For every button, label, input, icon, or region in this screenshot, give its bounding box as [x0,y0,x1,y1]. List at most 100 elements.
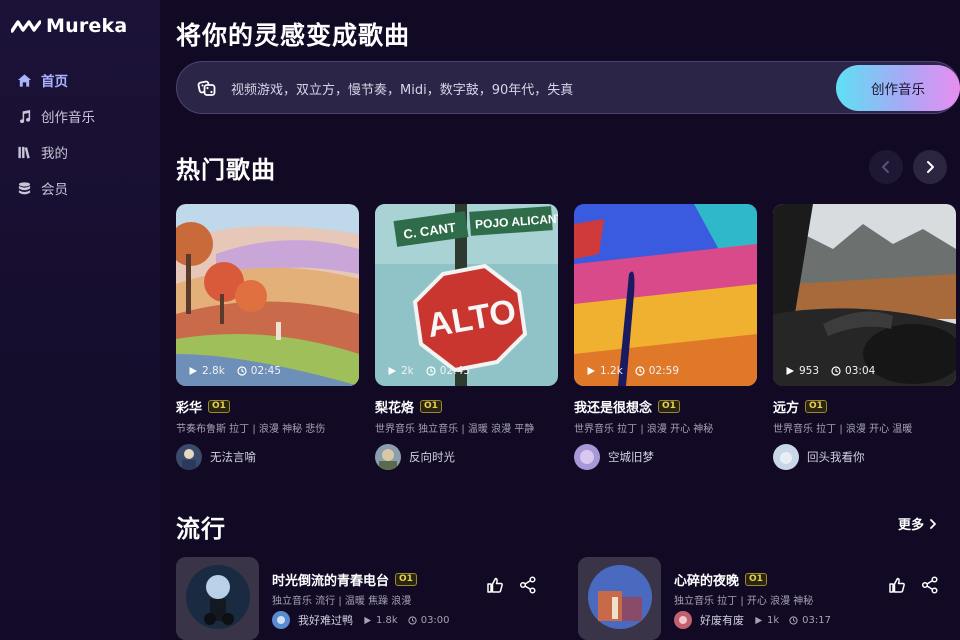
main-content: 将你的灵感变成歌曲 视频游戏，双立方，慢节奏，Midi，数字鼓，90年代，失真 … [160,0,960,640]
chevron-right-icon [930,518,936,529]
sidebar-item-label: 首页 [41,74,68,90]
song-author[interactable]: 空城旧梦 [574,444,758,470]
author-name: 空城旧梦 [608,450,654,464]
share-button[interactable] [921,576,941,596]
like-button[interactable] [486,576,506,596]
song-tags: 独立音乐 拉丁 | 开心 浪漫 神秘 [674,596,814,607]
play-icon [755,616,763,624]
song-cover[interactable]: 953 03:04 [773,204,956,386]
library-icon [16,144,32,160]
song-title[interactable]: 心碎的夜晚 [674,570,739,589]
dice-icon [197,80,216,96]
duration-value: 03:00 [420,614,450,626]
sidebar-nav: 首页 创作音乐 我的 会员 [0,62,160,206]
avatar [674,611,692,629]
song-author[interactable]: 无法言喻 [176,444,360,470]
cover-art [176,204,359,386]
play-count: 1k [754,615,779,626]
play-count: 1.8k [363,615,398,626]
logo-icon [11,20,41,33]
more-link[interactable]: 更多 [898,514,938,533]
sidebar-item-label: 我的 [41,146,68,162]
song-card[interactable]: 2.8k 02:45 彩华 O1 节奏布鲁斯 拉丁 | 浪漫 神秘 悲伤 无法言… [176,204,360,470]
prompt-bar[interactable]: 视频游戏，双立方，慢节奏，Midi，数字鼓，90年代，失真 创作音乐 [176,61,960,114]
hot-songs-title: 热门歌曲 [176,156,276,184]
cover-art [574,204,757,386]
prompt-text: 视频游戏，双立方，慢节奏，Midi，数字鼓，90年代，失真 [231,83,574,98]
share-icon [921,576,938,594]
author-name[interactable]: 好废有废 [700,612,744,628]
model-badge: O1 [805,399,827,413]
song-duration: 02:43 [439,365,471,377]
song-stats: 953 03:04 [785,365,875,377]
song-cover[interactable]: 1.2k 02:59 [574,204,757,386]
avatar [773,444,799,470]
song-tags: 节奏布鲁斯 拉丁 | 浪漫 神秘 悲伤 [176,424,326,435]
carousel-prev-button[interactable] [869,150,903,184]
sidebar-item-membership[interactable]: 会员 [0,170,160,206]
sidebar: Mureka 首页 创作音乐 我的 会员 [0,0,160,640]
carousel-next-button[interactable] [913,150,947,184]
song-title[interactable]: 彩华 [176,397,202,416]
home-icon [16,72,32,88]
sidebar-item-label: 创作音乐 [41,110,95,126]
song-card[interactable]: 1.2k 02:59 我还是很想念 O1 世界音乐 拉丁 | 浪漫 开心 神秘 … [574,204,758,470]
song-title[interactable]: 远方 [773,397,799,416]
author-name[interactable]: 我好难过鸭 [298,612,353,628]
clock-icon [789,615,798,625]
song-tags: 独立音乐 流行 | 温暖 焦躁 浪漫 [272,596,412,607]
clock-icon [237,366,247,376]
logo-text: Mureka [46,15,128,37]
song-title[interactable]: 梨花烙 [375,397,414,416]
play-icon [786,367,794,375]
play-count: 2k [401,365,414,377]
like-button[interactable] [888,576,908,596]
clock-icon [426,366,436,376]
song-title[interactable]: 时光倒流的青春电台 [272,570,389,589]
trending-title: 流行 [176,515,226,543]
share-button[interactable] [519,576,539,596]
cover-art [176,557,259,640]
avatar [272,611,290,629]
play-count-value: 1k [767,614,780,626]
song-tags: 世界音乐 拉丁 | 浪漫 开心 神秘 [574,424,714,435]
sidebar-item-home[interactable]: 首页 [0,62,160,98]
song-tags: 世界音乐 拉丁 | 浪漫 开心 温暖 [773,424,913,435]
model-badge: O1 [745,573,767,586]
chevron-left-icon [882,161,889,173]
author-name: 回头我看你 [807,450,865,464]
author-name: 反向时光 [409,450,455,464]
song-stats: 2k 02:43 [387,365,470,377]
song-tags: 世界音乐 独立音乐 | 温暖 浪漫 平静 [375,424,535,435]
song-duration: 02:59 [648,365,680,377]
create-music-button[interactable]: 创作音乐 [836,65,960,111]
play-icon [189,367,197,375]
song-cover[interactable] [578,557,661,640]
duration-value: 03:17 [802,614,831,626]
song-cover[interactable]: 2.8k 02:45 [176,204,359,386]
trending-song-row[interactable]: 心碎的夜晚 O1 独立音乐 拉丁 | 开心 浪漫 神秘 好废有废 1k 03:1… [578,557,958,640]
clock-icon [408,615,417,625]
sidebar-item-create-music[interactable]: 创作音乐 [0,98,160,134]
song-card[interactable]: C. CANT POJO ALICANTE ALTO 2k 02:43 梨花烙 … [375,204,559,470]
song-cover[interactable] [176,557,259,640]
trending-song-row[interactable]: 时光倒流的青春电台 O1 独立音乐 流行 | 温暖 焦躁 浪漫 我好难过鸭 1.… [176,557,556,640]
cover-art: C. CANT POJO ALICANTE ALTO [375,204,558,386]
chevron-right-icon [927,161,934,173]
song-card[interactable]: 953 03:04 远方 O1 世界音乐 拉丁 | 浪漫 开心 温暖 回头我看你 [773,204,957,470]
song-cover[interactable]: C. CANT POJO ALICANTE ALTO 2k 02:43 [375,204,558,386]
song-title[interactable]: 我还是很想念 [574,397,652,416]
song-author[interactable]: 回头我看你 [773,444,957,470]
logo[interactable]: Mureka [11,14,127,38]
sidebar-item-mine[interactable]: 我的 [0,134,160,170]
song-author[interactable]: 反向时光 [375,444,559,470]
play-icon [388,367,396,375]
song-stats: 1.2k 02:59 [586,365,679,377]
cover-art [773,204,956,386]
thumbs-up-icon [889,577,905,593]
more-label: 更多 [898,518,925,533]
model-badge: O1 [420,399,442,413]
sidebar-item-label: 会员 [41,182,68,198]
model-badge: O1 [658,399,680,413]
avatar [176,444,202,470]
